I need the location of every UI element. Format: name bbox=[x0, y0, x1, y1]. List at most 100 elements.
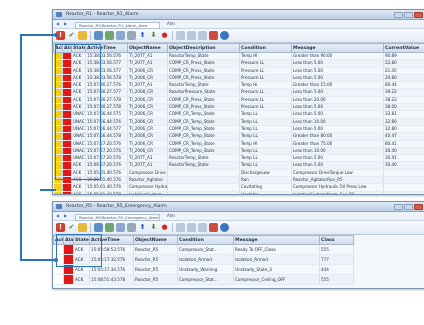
settings-icon[interactable] bbox=[176, 223, 185, 232]
object-description: ReactorTemp_State bbox=[167, 154, 240, 163]
column-header[interactable]: CurrentValue bbox=[383, 43, 424, 53]
alarm-row[interactable]: ACK 15:05:01.40.578 IsolationSystem Unstabl… bbox=[53, 191, 424, 194]
alarm-row[interactable]: ACK 15:08:51:43.578 Reactor_R5 Compressor_S… bbox=[53, 274, 354, 285]
connector-line bbox=[20, 34, 22, 261]
back-icon[interactable]: ◀ bbox=[56, 20, 59, 28]
tag-icon[interactable] bbox=[78, 223, 87, 232]
sort-icon[interactable] bbox=[116, 31, 125, 40]
object-description: COMP_CR_Temp_State bbox=[167, 140, 240, 148]
go-icon[interactable]: ● bbox=[160, 223, 169, 232]
alarm-row[interactable]: UNACK15:07:56.44.578TI_2006_CRCOMP_CR_Te… bbox=[53, 132, 424, 141]
alarm-row[interactable]: ACK 15:07:30.27.578 TI_2006_CR COMP_CR_Pres… bbox=[53, 103, 424, 112]
alarm-row[interactable]: UNACK15:07:56.44.575TI_2006_CRCOMP_CR_Te… bbox=[53, 110, 424, 119]
column-header[interactable]: ObjectName bbox=[133, 235, 178, 245]
sort-icon[interactable] bbox=[116, 223, 125, 232]
info-icon[interactable] bbox=[220, 31, 229, 40]
column-header[interactable]: ObjectDescription bbox=[167, 43, 240, 53]
condition: Run bbox=[239, 176, 292, 185]
condition: DischargeLow bbox=[239, 169, 292, 178]
close-button[interactable] bbox=[414, 203, 423, 210]
maximize-button[interactable] bbox=[404, 203, 413, 210]
maximize-button[interactable] bbox=[404, 11, 413, 18]
ack-check-icon[interactable]: ✔ bbox=[67, 223, 76, 232]
app-icon bbox=[56, 204, 62, 209]
alarm-row[interactable]: UNACK15:07:57.20.576TI_207T_A1ReactorTem… bbox=[53, 154, 424, 163]
up-arrow-icon[interactable]: ⬆ bbox=[138, 31, 147, 40]
down-arrow-icon[interactable]: ⬇ bbox=[149, 31, 158, 40]
alarm-row[interactable]: ACK 15:38:03.56.576 TI_207T_A1 ReactorTemp_… bbox=[53, 52, 424, 61]
print-icon[interactable] bbox=[127, 31, 136, 40]
alarm-row[interactable]: ACK 15:05:01.40.576 Compressor Drive Discha… bbox=[53, 169, 424, 178]
alarm-row[interactable]: UNACK15:07:56.44.577TI_2006_CRCOMP_CR_Te… bbox=[53, 125, 424, 134]
refresh-icon[interactable] bbox=[94, 223, 103, 232]
lock-icon[interactable] bbox=[209, 31, 218, 40]
connector-line bbox=[20, 259, 56, 261]
column-header[interactable]: Message bbox=[233, 235, 320, 245]
current-value bbox=[383, 191, 424, 194]
ack-check-icon[interactable]: ✔ bbox=[67, 31, 76, 40]
alarm-bell-icon[interactable]: ! bbox=[56, 223, 65, 232]
export-icon[interactable] bbox=[187, 223, 196, 232]
title-bar: Reactor_R5 - Reactor_R5_Emergency_Alarm bbox=[53, 202, 424, 212]
minimize-button[interactable] bbox=[394, 203, 403, 210]
close-button[interactable] bbox=[414, 11, 423, 18]
up-arrow-icon[interactable]: ⬆ bbox=[138, 223, 147, 232]
alarm-window-primary: Reactor_R1 - Reactor_R1_Alarm ◀ ▶ Reacto… bbox=[52, 9, 424, 195]
grid-icon[interactable] bbox=[198, 31, 207, 40]
ack-indicator[interactable] bbox=[53, 191, 63, 194]
ack-indicator[interactable] bbox=[53, 274, 64, 285]
alarm-row[interactable]: ACK 15:38:03.56.577 TI_2006_CR COMP_CR_Pres… bbox=[53, 67, 424, 75]
menu-label[interactable]: Alm bbox=[167, 20, 175, 28]
refresh-icon[interactable] bbox=[94, 31, 103, 40]
tag-icon[interactable] bbox=[78, 31, 87, 40]
alarm-row[interactable]: ACK 15:38:03.56.577 TI_207T_A1 COMP_CR_Pres… bbox=[53, 59, 424, 68]
address-field[interactable]: Reactor_R1\Reactor_R1_Alarm_Area bbox=[75, 21, 160, 29]
alarm-row[interactable]: ACK 15:07:30.27.576 TI_207T_A1 ReactorTemp_… bbox=[53, 81, 424, 90]
object-name: Compressor Drive bbox=[127, 169, 168, 178]
object-description: COMP_CR_Press_State bbox=[167, 59, 240, 68]
go-icon[interactable]: ● bbox=[160, 31, 169, 40]
condition: Unsteady_Warning bbox=[177, 264, 234, 275]
object-name: TI_207T_A1 bbox=[127, 161, 168, 170]
alarm-row[interactable]: ACK 15:07:30.27.578 TI_2006_CR COMP_CR_Pres… bbox=[53, 96, 424, 105]
menu-label[interactable]: Alm bbox=[167, 212, 175, 220]
alarm-row[interactable]: ACK 15:38:03.56.578 TI_2006_CR COMP_CR_Pres… bbox=[53, 74, 424, 83]
grid-icon[interactable] bbox=[198, 223, 207, 232]
settings-icon[interactable] bbox=[176, 31, 185, 40]
message: Less than 10.00 bbox=[291, 118, 384, 126]
active-time: 15:05:01.40.578 bbox=[85, 191, 128, 194]
minimize-button[interactable] bbox=[394, 11, 403, 18]
column-header[interactable]: ObjectName bbox=[127, 43, 168, 53]
condition: Temp LL bbox=[239, 110, 292, 119]
column-header[interactable]: Message bbox=[291, 43, 384, 53]
alarm-row[interactable]: UNACK15:07:57.20.576TI_2006_CRCOMP_CR_Te… bbox=[53, 140, 424, 148]
alarm-indicator[interactable] bbox=[63, 274, 74, 285]
condition: Pressure LL bbox=[239, 88, 292, 97]
forward-icon[interactable]: ▶ bbox=[64, 212, 67, 220]
object-description: ReactorTemp_State bbox=[167, 81, 240, 90]
down-arrow-icon[interactable]: ⬇ bbox=[149, 223, 158, 232]
filter-icon[interactable] bbox=[105, 31, 114, 40]
info-icon[interactable] bbox=[220, 223, 229, 232]
column-header[interactable]: Class bbox=[319, 235, 354, 245]
column-header[interactable]: Condition bbox=[177, 235, 234, 245]
alarm-row[interactable]: ACK15:05:01.40.576Compressor Hydraulic Ca… bbox=[53, 183, 424, 192]
address-field[interactable]: Reactor_R5\Reactor_R5_Emergency_Alarm bbox=[75, 213, 160, 221]
alarm-row[interactable]: UNACK15:07:57.20.576TI_2006_CRCOMP_CR_Te… bbox=[53, 147, 424, 156]
print-icon[interactable] bbox=[127, 223, 136, 232]
alarm-row[interactable]: ACK 15:05:01.40.576 Reactor_Agitator Run Rea… bbox=[53, 176, 424, 185]
lock-icon[interactable] bbox=[209, 223, 218, 232]
alarm-indicator[interactable] bbox=[62, 191, 72, 194]
alarm-indicator[interactable] bbox=[62, 183, 72, 192]
alarm-class: 555 bbox=[319, 274, 354, 285]
object-description: ReactorTemp_State bbox=[167, 161, 240, 170]
alarm-row[interactable]: ACK 15:07:30.27.577 TI_2008_CR ReactorPress… bbox=[53, 88, 424, 97]
object-name: TI_2008_CR bbox=[127, 88, 168, 97]
forward-icon[interactable]: ▶ bbox=[64, 20, 67, 28]
back-icon[interactable]: ◀ bbox=[56, 212, 59, 220]
filter-icon[interactable] bbox=[105, 223, 114, 232]
export-icon[interactable] bbox=[187, 31, 196, 40]
alarm-row[interactable]: UNACK15:07:56.44.576TI_2006_CRCOMP_CR_Te… bbox=[53, 118, 424, 126]
alarm-row[interactable]: ACK 15:06:57.20.576 TI_207T_A1 ReactorTemp_… bbox=[53, 161, 424, 170]
column-header[interactable]: Condition bbox=[239, 43, 292, 53]
